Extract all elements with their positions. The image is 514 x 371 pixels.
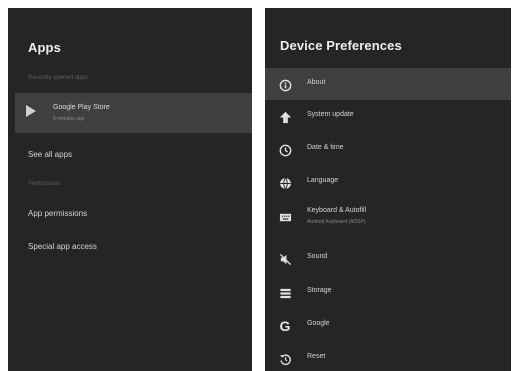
pref-item-language[interactable]: Language [265, 166, 511, 198]
pref-item-date-time[interactable]: Date & time [265, 133, 511, 165]
permissions-header: Permissions [28, 181, 61, 187]
outer-margin [0, 0, 8, 371]
clock-icon [278, 143, 292, 157]
keyboard-icon [278, 210, 292, 224]
app-last-opened: 5 minutes ago [53, 116, 85, 122]
speaker-off-icon [278, 252, 292, 266]
pref-label: Date & time [307, 144, 344, 151]
panel-title: Device Preferences [280, 38, 402, 53]
pref-item-sound[interactable]: Sound [265, 242, 511, 274]
app-name: Google Play Store [53, 104, 110, 111]
pref-label: About [307, 79, 326, 86]
pref-label: Storage [307, 287, 332, 294]
pref-item-storage[interactable]: Storage [265, 276, 511, 308]
pref-item-keyboard-autofill[interactable]: Keyboard & Autofill Android Keyboard (AO… [265, 200, 511, 232]
pref-item-reset[interactable]: Reset [265, 342, 511, 371]
upload-arrow-icon [278, 110, 292, 124]
device-preferences-panel: Device Preferences About System update D… [265, 8, 511, 371]
pref-label: Language [307, 177, 339, 184]
storage-icon [278, 286, 292, 300]
pref-sublabel: Android Keyboard (AOSP) [307, 219, 366, 225]
recent-app-google-play-store[interactable]: Google Play Store 5 minutes ago [15, 93, 252, 133]
pref-label: Keyboard & Autofill [307, 207, 367, 214]
apps-panel: Apps Recently opened apps Google Play St… [8, 8, 252, 371]
pref-label: Reset [307, 353, 326, 360]
globe-icon [278, 176, 292, 190]
google-icon: G [279, 318, 291, 334]
info-icon [278, 78, 292, 92]
pref-label: System update [307, 111, 354, 118]
pref-item-about[interactable]: About [265, 68, 511, 100]
pref-label: Google [307, 320, 330, 327]
pref-item-google[interactable]: G Google [265, 309, 511, 341]
app-permissions-item[interactable]: App permissions [28, 209, 87, 218]
recent-apps-header: Recently opened apps [28, 75, 88, 81]
panel-title: Apps [28, 40, 61, 55]
special-app-access-item[interactable]: Special app access [28, 242, 97, 251]
see-all-apps-link[interactable]: See all apps [28, 150, 72, 159]
pref-item-system-update[interactable]: System update [265, 100, 511, 132]
play-store-icon [26, 105, 36, 117]
reset-icon [278, 352, 292, 366]
pref-label: Sound [307, 253, 328, 260]
